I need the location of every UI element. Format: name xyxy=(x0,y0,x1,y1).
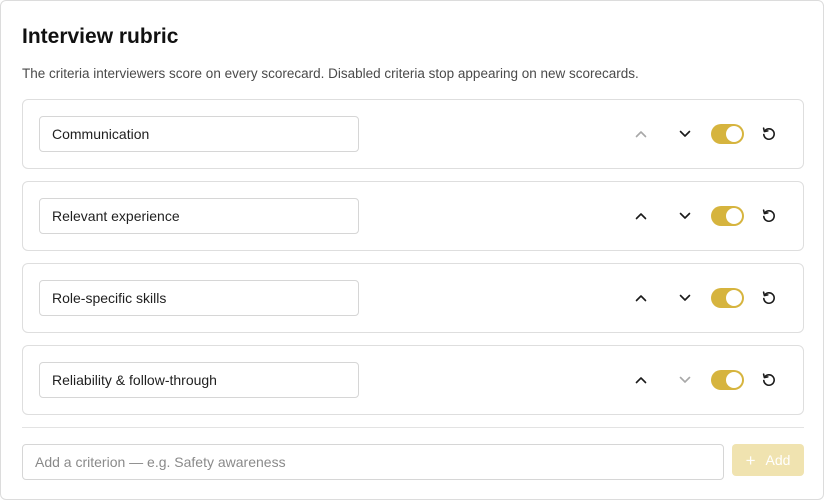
criterion-row xyxy=(22,345,804,415)
move-down-button[interactable] xyxy=(673,368,697,392)
chevron-up-icon xyxy=(635,213,647,220)
enabled-toggle[interactable] xyxy=(711,124,744,144)
chevron-up-icon xyxy=(635,131,647,138)
reset-icon xyxy=(762,127,775,141)
toggle-knob xyxy=(726,208,742,224)
reset-button[interactable] xyxy=(757,204,781,228)
criterion-row xyxy=(22,181,804,251)
add-criterion-button[interactable]: + Add xyxy=(732,444,804,476)
chevron-up-icon xyxy=(635,295,647,302)
reset-button[interactable] xyxy=(757,122,781,146)
plus-icon: + xyxy=(745,450,756,470)
reset-icon xyxy=(762,291,775,305)
enabled-toggle[interactable] xyxy=(711,206,744,226)
page-description: The criteria interviewers score on every… xyxy=(22,66,639,81)
criterion-name-input[interactable] xyxy=(39,280,359,316)
criterion-name-input[interactable] xyxy=(39,362,359,398)
chevron-up-icon xyxy=(635,377,647,384)
toggle-knob xyxy=(726,290,742,306)
reset-icon xyxy=(762,209,775,223)
chevron-down-icon xyxy=(679,130,691,137)
move-down-button[interactable] xyxy=(673,204,697,228)
move-up-button[interactable] xyxy=(629,286,653,310)
criterion-row xyxy=(22,263,804,333)
enabled-toggle[interactable] xyxy=(711,370,744,390)
reset-button[interactable] xyxy=(757,368,781,392)
toggle-knob xyxy=(726,126,742,142)
reset-icon xyxy=(762,373,775,387)
add-criterion-input[interactable] xyxy=(22,444,724,480)
interview-rubric-panel: Interview rubric The criteria interviewe… xyxy=(0,0,824,500)
page-title: Interview rubric xyxy=(22,25,179,48)
move-up-button[interactable] xyxy=(629,368,653,392)
chevron-down-icon xyxy=(679,294,691,301)
divider xyxy=(22,427,804,428)
toggle-knob xyxy=(726,372,742,388)
criterion-name-input[interactable] xyxy=(39,116,359,152)
chevron-down-icon xyxy=(679,212,691,219)
move-up-button[interactable] xyxy=(629,122,653,146)
chevron-down-icon xyxy=(679,376,691,383)
reset-button[interactable] xyxy=(757,286,781,310)
move-down-button[interactable] xyxy=(673,286,697,310)
criterion-name-input[interactable] xyxy=(39,198,359,234)
enabled-toggle[interactable] xyxy=(711,288,744,308)
add-button-label: Add xyxy=(765,452,791,468)
move-up-button[interactable] xyxy=(629,204,653,228)
criterion-row xyxy=(22,99,804,169)
move-down-button[interactable] xyxy=(673,122,697,146)
